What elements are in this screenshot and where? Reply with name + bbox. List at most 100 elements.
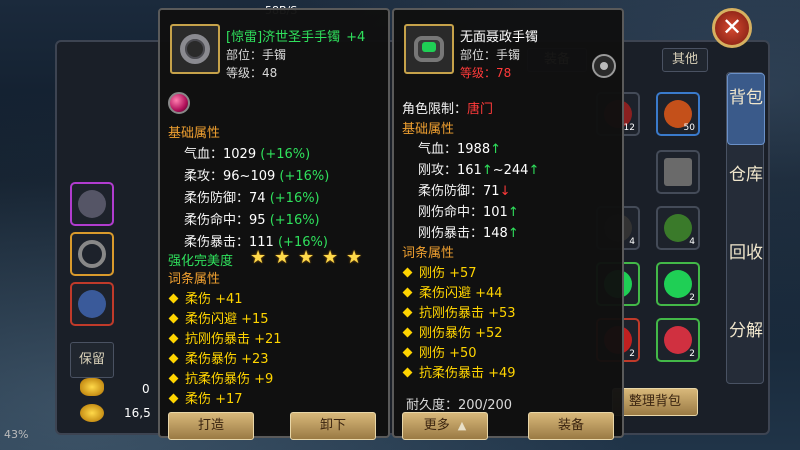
item-count: 4 xyxy=(629,237,635,247)
herb-icon xyxy=(664,214,692,242)
preview-eye-icon[interactable] xyxy=(592,54,616,78)
base-attr-row: 柔伤命中：95 (+16%) xyxy=(184,209,320,228)
attr-label: 刚伤命中： xyxy=(418,205,484,220)
attr-bonus: (+16%) xyxy=(260,147,311,162)
item-count: 2 xyxy=(689,293,695,303)
tab-label: 背包 xyxy=(729,88,763,108)
bag-slot[interactable]: 4 xyxy=(656,206,700,250)
sort-bag-button[interactable]: 整理背包 xyxy=(612,388,698,416)
perfect-label: 强化完美度 xyxy=(168,254,234,269)
green-gem-icon xyxy=(664,270,692,298)
close-button[interactable]: ✕ xyxy=(712,8,752,48)
yuanbao-icon xyxy=(80,404,104,422)
gem-socket-icon xyxy=(168,92,190,114)
chevron-up-icon: ▲ xyxy=(457,419,467,432)
star-icon: ★ xyxy=(322,247,339,268)
more-button[interactable]: 更多 ▲ xyxy=(402,412,488,440)
star-icon: ★ xyxy=(298,247,315,268)
attr-label: 柔伤防御： xyxy=(184,191,250,206)
attr-label: 柔攻： xyxy=(184,169,224,184)
bag-slot[interactable]: 2 xyxy=(656,318,700,362)
star-icon: ★ xyxy=(250,247,267,268)
base-attr-row: 柔攻：96~109 (+16%) xyxy=(184,165,329,184)
equip-slot-ring[interactable] xyxy=(70,282,114,326)
affix-row: 柔伤暴伤 +23 xyxy=(170,348,269,367)
attr-bonus: (+16%) xyxy=(269,213,320,228)
tab-label: 回收 xyxy=(729,243,763,263)
base-attr-row: 刚伤暴击：148↑ xyxy=(418,222,519,241)
bag-slot[interactable]: 50 xyxy=(656,92,700,136)
necklace-icon xyxy=(78,190,106,218)
equip-button[interactable]: 装备 xyxy=(528,412,614,440)
star-icon: ★ xyxy=(274,247,291,268)
forge-button[interactable]: 打造 xyxy=(168,412,254,440)
yuanbao-value: 16,5 xyxy=(124,406,151,420)
item-count: 12 xyxy=(623,123,635,133)
attr-label: 气血： xyxy=(418,142,458,157)
equip-slot-bracelet[interactable] xyxy=(70,232,114,276)
item-thumbnail xyxy=(404,24,454,74)
up-arrow-icon: ↑ xyxy=(481,163,493,178)
attr-value: 101 xyxy=(483,205,508,220)
item-slot: 部位：手镯 xyxy=(226,48,287,62)
base-attr-row: 刚攻：161↑~244↑ xyxy=(418,159,539,178)
attr-value: 148 xyxy=(483,226,508,241)
tab-other[interactable]: 其他 xyxy=(662,48,708,72)
affix-title: 词条属性 xyxy=(402,246,455,261)
affix-row: 柔伤闪避 +15 xyxy=(170,308,269,327)
tab-label: 分解 xyxy=(729,321,763,341)
affix-row: 刚伤暴伤 +52 xyxy=(404,322,503,341)
enhance-level: +4 xyxy=(346,30,366,45)
red-crystal-icon xyxy=(664,326,692,354)
tab-decompose[interactable]: 分解 xyxy=(727,307,765,379)
bag-slot[interactable]: 2 xyxy=(656,262,700,306)
affix-row: 抗柔伤暴击 +49 xyxy=(404,362,516,381)
bag-item-tooltip: 无面聂政手镯 部位：手镯 等级：78 角色限制：唐门 基础属性 气血：1988↑… xyxy=(392,8,624,440)
up-arrow-icon: ↑ xyxy=(528,163,540,178)
attr-value: 1029 xyxy=(223,147,257,162)
tab-warehouse[interactable]: 仓库 xyxy=(727,151,765,223)
tablet-icon xyxy=(664,158,692,186)
base-attr-row: 刚伤命中：101↑ xyxy=(418,201,519,220)
base-attr-row: 气血：1029 (+16%) xyxy=(184,143,310,162)
tab-label: 仓库 xyxy=(729,165,763,185)
affix-row: 刚伤 +50 xyxy=(404,342,477,361)
equip-slot-necklace[interactable] xyxy=(70,182,114,226)
affix-row: 柔伤 +17 xyxy=(170,388,243,407)
attr-value: 1988 xyxy=(457,142,491,157)
item-name-row: [惊雷]济世圣手手镯 +4 xyxy=(226,26,365,45)
unequip-button[interactable]: 卸下 xyxy=(290,412,376,440)
role-limit: 角色限制：唐门 xyxy=(402,98,493,117)
equipped-item-tooltip: [惊雷]济世圣手手镯 +4 部位：手镯 等级：48 基础属性 气血：1029 (+… xyxy=(158,8,390,440)
down-arrow-icon: ↓ xyxy=(499,184,511,199)
keep-button[interactable]: 保留 xyxy=(70,342,114,378)
attr-value: 71 xyxy=(483,184,500,199)
more-label: 更多 xyxy=(423,418,450,433)
item-level: 等级：48 xyxy=(226,66,278,80)
item-count: 4 xyxy=(689,237,695,247)
bracelet-icon xyxy=(414,36,444,62)
attr-value-max: ~244 xyxy=(492,163,529,178)
close-icon: ✕ xyxy=(721,13,743,41)
percent-label: 43% xyxy=(4,428,29,441)
tab-backpack[interactable]: 背包 xyxy=(727,73,765,145)
affix-row: 抗刚伤暴击 +53 xyxy=(404,302,516,321)
role-value: 唐门 xyxy=(467,102,494,117)
side-tabs: 背包 仓库 回收 分解 xyxy=(726,72,765,384)
bag-slot[interactable] xyxy=(656,150,700,194)
tab-recycle[interactable]: 回收 xyxy=(727,229,765,301)
item-count: 2 xyxy=(689,349,695,359)
up-arrow-icon: ↑ xyxy=(507,205,519,220)
affix-title: 词条属性 xyxy=(168,272,221,287)
affix-row: 柔伤 +41 xyxy=(170,288,243,307)
attr-value: 74 xyxy=(249,191,266,206)
up-arrow-icon: ↑ xyxy=(490,142,502,157)
base-attr-row: 柔伤防御：71↓ xyxy=(418,180,510,199)
attr-value: 161 xyxy=(457,163,482,178)
star-icon: ★ xyxy=(346,247,363,268)
gold-value: 0 xyxy=(142,382,150,396)
attr-label: 刚攻： xyxy=(418,163,458,178)
attr-bonus: (+16%) xyxy=(269,191,320,206)
attr-label: 柔伤命中： xyxy=(184,213,250,228)
item-name: 无面聂政手镯 xyxy=(460,30,539,45)
